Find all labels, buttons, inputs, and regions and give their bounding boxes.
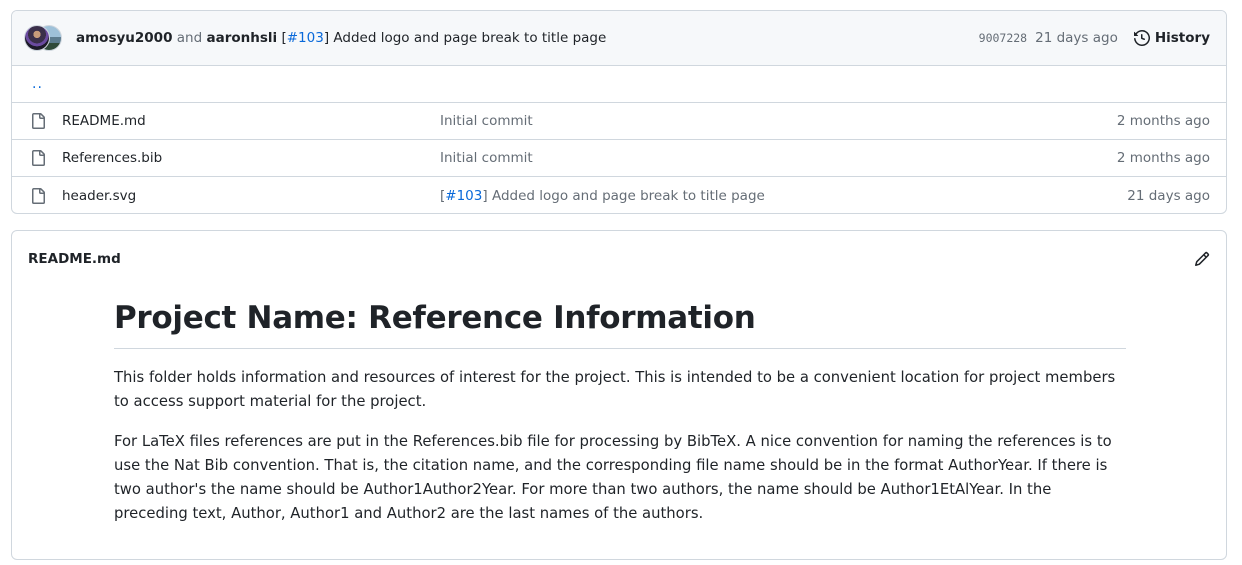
file-age: 2 months ago	[1116, 113, 1210, 129]
file-row[interactable]: References.bib Initial commit 2 months a…	[12, 140, 1226, 177]
history-label: History	[1154, 30, 1210, 46]
readme-content: Project Name: Reference Information This…	[114, 299, 1126, 526]
commit-sha[interactable]: 9007228	[979, 31, 1027, 45]
history-icon	[1133, 30, 1150, 46]
readme-heading: Project Name: Reference Information	[114, 299, 1126, 349]
commit-age: 21 days ago	[1035, 30, 1118, 46]
edit-readme-button[interactable]	[1194, 251, 1210, 267]
file-icon	[30, 113, 46, 129]
file-row[interactable]: header.svg [#103] Added logo and page br…	[12, 177, 1226, 213]
file-name[interactable]: header.svg	[62, 188, 440, 204]
avatar[interactable]	[24, 25, 50, 51]
parent-directory-row[interactable]: ..	[12, 66, 1226, 103]
file-commit-message[interactable]: Initial commit	[440, 113, 1117, 129]
latest-commit-bar: amosyu2000 and aaronhsli [#103] Added lo…	[12, 11, 1226, 66]
parent-directory-link[interactable]: ..	[28, 76, 43, 92]
commit-author-1[interactable]: amosyu2000	[76, 30, 172, 46]
file-name[interactable]: References.bib	[62, 150, 440, 166]
commit-author-2[interactable]: aaronhsli	[206, 30, 277, 46]
file-commit-message: [#103] Added logo and page break to titl…	[440, 187, 765, 204]
readme-panel: README.md Project Name: Reference Inform…	[11, 230, 1227, 560]
avatar-stack	[24, 25, 66, 51]
file-commit-issue-link[interactable]: #103	[445, 188, 482, 204]
readme-paragraph: For LaTeX files references are put in th…	[114, 432, 1112, 522]
file-commit-message-text[interactable]: Added logo and page break to title page	[488, 188, 765, 204]
history-button[interactable]: History	[1133, 30, 1210, 46]
readme-paragraph: This folder holds information and resour…	[114, 368, 1116, 410]
file-icon	[30, 187, 46, 204]
readme-header: README.md	[12, 231, 1226, 287]
commit-issue-link[interactable]: #103	[287, 30, 324, 46]
file-browser: amosyu2000 and aaronhsli [#103] Added lo…	[11, 10, 1227, 214]
file-age: 2 months ago	[1116, 150, 1210, 166]
file-commit-message[interactable]: Initial commit	[440, 150, 1117, 166]
file-icon	[30, 150, 46, 166]
file-row[interactable]: README.md Initial commit 2 months ago	[12, 103, 1226, 140]
commit-message[interactable]: Added logo and page break to title page	[329, 30, 606, 46]
commit-author-connector: and	[176, 30, 203, 46]
pencil-icon	[1194, 251, 1210, 267]
file-age: 21 days ago	[1127, 187, 1210, 204]
commit-meta: 9007228 21 days ago History	[979, 30, 1210, 46]
readme-filename[interactable]: README.md	[28, 251, 121, 267]
file-name[interactable]: README.md	[62, 113, 440, 129]
commit-summary: amosyu2000 and aaronhsli [#103] Added lo…	[76, 30, 606, 46]
